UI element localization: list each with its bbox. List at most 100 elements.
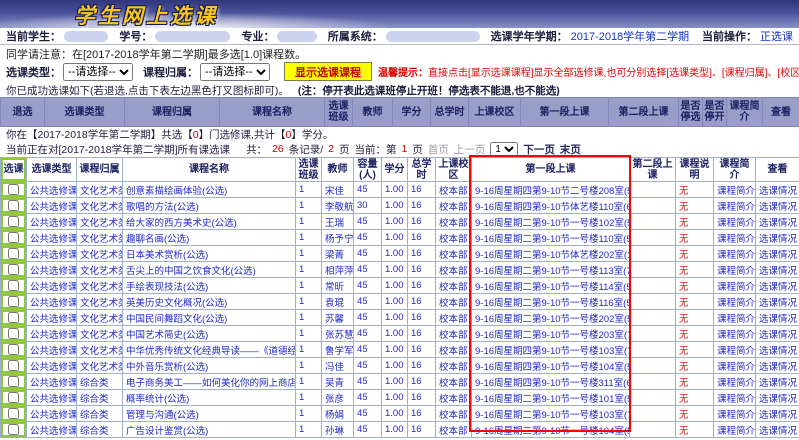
course-view-link[interactable]: 选课情况 bbox=[759, 346, 797, 357]
first-page-link: 首页 bbox=[428, 142, 449, 157]
course-view-link[interactable]: 选课情况 bbox=[759, 218, 797, 229]
course-select-checkbox[interactable] bbox=[8, 360, 19, 371]
course-select-checkbox[interactable] bbox=[8, 216, 19, 227]
course-class: 1 bbox=[296, 342, 322, 358]
course-row: 公共选修课文化艺术类英美历史文化概况(公选)1袁琨451.0016校本部9-16… bbox=[1, 294, 799, 310]
course-category: 文化艺术类 bbox=[77, 198, 123, 214]
course-schedule-1: 9-16周星期二第9-10节一号楼116室(50人) bbox=[472, 294, 630, 310]
course-type: 公共选修课 bbox=[27, 214, 77, 230]
course-view-link[interactable]: 选课情况 bbox=[759, 234, 797, 245]
course-view-link[interactable]: 选课情况 bbox=[759, 362, 797, 373]
selected-col-header: 是否停开 bbox=[703, 98, 727, 127]
course-intro-link[interactable]: 课程简介 bbox=[717, 186, 755, 197]
course-type: 公共选修课 bbox=[27, 278, 77, 294]
course-view-link[interactable]: 选课情况 bbox=[759, 250, 797, 261]
course-intro-link[interactable]: 课程简介 bbox=[717, 298, 755, 309]
course-table-body: 公共选修课文化艺术类创意素描绘画体验(公选)1宋佳451.0016校本部9-16… bbox=[1, 182, 799, 438]
course-hours: 16 bbox=[408, 374, 436, 390]
course-view-link[interactable]: 选课情况 bbox=[759, 266, 797, 277]
current-suffix: 页 bbox=[412, 142, 423, 157]
course-view-link[interactable]: 选课情况 bbox=[759, 202, 797, 213]
term-value-link[interactable]: 2017-2018学年第二学期 bbox=[571, 28, 690, 44]
operation-value-link[interactable]: 正选课 bbox=[760, 28, 793, 44]
course-intro-link[interactable]: 课程简介 bbox=[717, 218, 755, 229]
course-col-header: 第二段上课 bbox=[630, 158, 676, 182]
course-select-checkbox[interactable] bbox=[8, 200, 19, 211]
course-category-select[interactable]: --请选择-- bbox=[200, 63, 270, 81]
course-select-checkbox[interactable] bbox=[8, 408, 19, 419]
course-select-checkbox[interactable] bbox=[8, 184, 19, 195]
course-view-link[interactable]: 选课情况 bbox=[759, 330, 797, 341]
course-category: 文化艺术类 bbox=[77, 182, 123, 198]
course-select-checkbox[interactable] bbox=[8, 392, 19, 403]
course-view-link[interactable]: 选课情况 bbox=[759, 394, 797, 405]
course-credit: 1.00 bbox=[382, 390, 408, 406]
course-view-link-cell: 选课情况 bbox=[756, 374, 799, 390]
course-view-link[interactable]: 选课情况 bbox=[759, 378, 797, 389]
course-campus: 校本部 bbox=[436, 374, 472, 390]
course-intro-link[interactable]: 课程简介 bbox=[717, 202, 755, 213]
course-col-header: 学分 bbox=[382, 158, 408, 182]
last-page-link[interactable]: 末页 bbox=[560, 142, 581, 157]
course-teacher: 鲁学军 bbox=[322, 342, 354, 358]
course-capacity: 45 bbox=[354, 406, 382, 422]
course-select-checkbox[interactable] bbox=[8, 376, 19, 387]
course-intro-link[interactable]: 课程简介 bbox=[717, 346, 755, 357]
next-page-link[interactable]: 下一页 bbox=[523, 142, 555, 157]
course-select-checkbox[interactable] bbox=[8, 264, 19, 275]
course-intro-link[interactable]: 课程简介 bbox=[717, 410, 755, 421]
course-intro-link[interactable]: 课程简介 bbox=[717, 314, 755, 325]
course-schedule-1: 9-16周星期四第9-10节一号楼311室(60人) bbox=[472, 374, 630, 390]
course-view-link[interactable]: 选课情况 bbox=[759, 314, 797, 325]
selected-col-header: 教师 bbox=[353, 98, 393, 127]
course-select-checkbox[interactable] bbox=[8, 280, 19, 291]
course-type: 公共选修课 bbox=[27, 390, 77, 406]
course-note: 无 bbox=[676, 230, 714, 246]
course-row: 公共选修课综合类广告设计鉴赏(公选)1孙琳451.0016校本部9-16周星期二… bbox=[1, 422, 799, 438]
course-select-cell bbox=[1, 182, 27, 198]
course-intro-link[interactable]: 课程简介 bbox=[717, 282, 755, 293]
course-view-link[interactable]: 选课情况 bbox=[759, 426, 797, 437]
course-intro-link[interactable]: 课程简介 bbox=[717, 362, 755, 373]
course-type-select[interactable]: --请选择-- bbox=[63, 63, 133, 81]
course-select-checkbox[interactable] bbox=[8, 248, 19, 259]
pagination-prefix: 当前正在对[2017-2018学年第二学期]所有课选课 bbox=[6, 142, 230, 157]
course-campus: 校本部 bbox=[436, 406, 472, 422]
course-intro-link[interactable]: 课程简介 bbox=[717, 266, 755, 277]
course-intro-link[interactable]: 课程简介 bbox=[717, 330, 755, 341]
course-schedule-2 bbox=[630, 390, 676, 406]
course-schedule-2 bbox=[630, 262, 676, 278]
course-intro-link[interactable]: 课程简介 bbox=[717, 378, 755, 389]
course-select-checkbox[interactable] bbox=[8, 328, 19, 339]
course-schedule-2 bbox=[630, 230, 676, 246]
course-type: 公共选修课 bbox=[27, 422, 77, 438]
course-intro-link[interactable]: 课程简介 bbox=[717, 234, 755, 245]
course-view-link[interactable]: 选课情况 bbox=[759, 298, 797, 309]
course-hours: 16 bbox=[408, 422, 436, 438]
selected-col-header: 选课班级 bbox=[325, 98, 353, 127]
page-title: 学生网上选课 bbox=[74, 0, 218, 28]
page-select[interactable]: 1 bbox=[490, 142, 518, 157]
course-select-checkbox[interactable] bbox=[8, 232, 19, 243]
course-select-cell bbox=[1, 214, 27, 230]
course-intro-link[interactable]: 课程简介 bbox=[717, 250, 755, 261]
course-view-link-cell: 选课情况 bbox=[756, 390, 799, 406]
course-select-checkbox[interactable] bbox=[8, 424, 19, 435]
course-type: 公共选修课 bbox=[27, 310, 77, 326]
course-select-checkbox[interactable] bbox=[8, 296, 19, 307]
course-intro-link[interactable]: 课程简介 bbox=[717, 394, 755, 405]
course-view-link[interactable]: 选课情况 bbox=[759, 410, 797, 421]
course-selection-page: 学生网上选课 当前学生： 学号： 专业： 所属系统： 选课学年学期： 2017-… bbox=[0, 0, 799, 440]
show-courses-button[interactable]: 显示选课课程 bbox=[284, 62, 372, 81]
course-select-checkbox[interactable] bbox=[8, 312, 19, 323]
course-intro-link[interactable]: 课程简介 bbox=[717, 426, 755, 437]
course-view-link[interactable]: 选课情况 bbox=[759, 186, 797, 197]
course-name: 手绘表现技法(公选) bbox=[123, 278, 296, 294]
course-hours: 16 bbox=[408, 262, 436, 278]
course-note: 无 bbox=[676, 342, 714, 358]
course-view-link[interactable]: 选课情况 bbox=[759, 282, 797, 293]
course-schedule-2 bbox=[630, 182, 676, 198]
course-select-checkbox[interactable] bbox=[8, 344, 19, 355]
course-teacher: 吴青 bbox=[322, 374, 354, 390]
course-hours: 16 bbox=[408, 214, 436, 230]
